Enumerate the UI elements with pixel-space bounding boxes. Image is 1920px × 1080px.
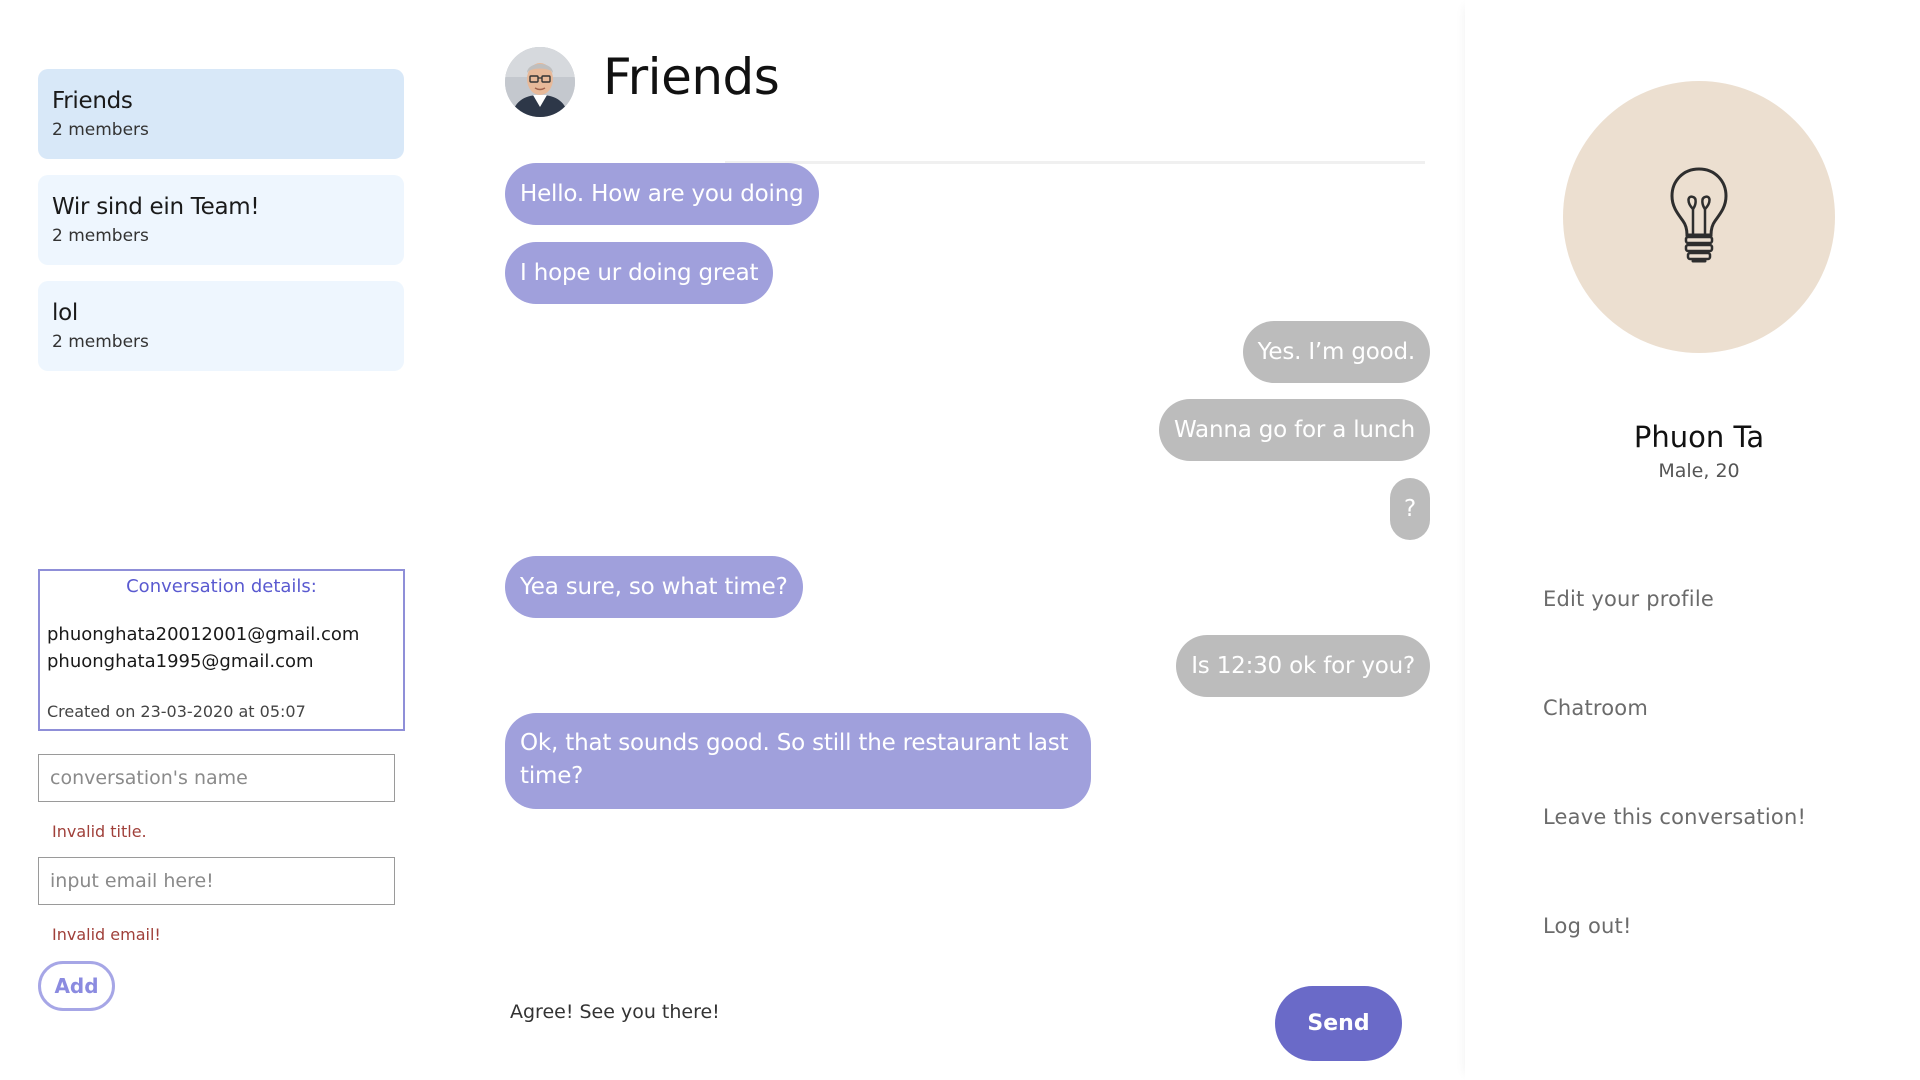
- header-divider: [725, 161, 1425, 164]
- message-text: Wanna go for a lunch: [1173, 416, 1415, 443]
- conversation-item-friends[interactable]: Friends 2 members: [38, 69, 404, 159]
- message-outgoing: Is 12:30 ok for you?: [1176, 635, 1430, 697]
- details-email-list: phuonghata20012001@gmail.com phuonghata1…: [47, 621, 396, 675]
- user-photo-icon: [505, 47, 575, 117]
- profile-info: Male, 20: [1658, 460, 1740, 482]
- message-incoming: Ok, that sounds good. So still the resta…: [505, 713, 1091, 809]
- conversation-item-team[interactable]: Wir sind ein Team! 2 members: [38, 175, 404, 265]
- message-text: Yes. I’m good.: [1257, 338, 1416, 365]
- message-text: I hope ur doing great: [520, 259, 759, 286]
- message-text: Ok, that sounds good. So still the resta…: [520, 730, 1069, 789]
- conversation-members: 2 members: [52, 120, 149, 140]
- conversation-sidebar: Friends 2 members Wir sind ein Team! 2 m…: [38, 0, 408, 1080]
- message-outgoing: Yes. I’m good.: [1242, 321, 1430, 383]
- menu-edit-profile[interactable]: Edit your profile: [1543, 587, 1714, 611]
- message-outgoing: Wanna go for a lunch: [1158, 399, 1430, 461]
- menu-leave-conversation[interactable]: Leave this conversation!: [1543, 805, 1806, 829]
- message-incoming: Yea sure, so what time?: [505, 556, 803, 618]
- profile-name: Phuon Ta: [1633, 420, 1765, 454]
- message-input[interactable]: [510, 992, 1210, 1032]
- created-date: Created on 23-03-2020 at 05:07: [47, 702, 306, 721]
- message-text: Hello. How are you doing: [520, 180, 804, 207]
- message-text: ?: [1403, 495, 1416, 522]
- profile-avatar: [1563, 81, 1835, 353]
- message-text: Yea sure, so what time?: [520, 573, 788, 600]
- conversation-details-panel: Conversation details: phuonghata20012001…: [38, 569, 405, 731]
- details-title: Conversation details:: [126, 576, 317, 597]
- lightbulb-icon: [1670, 167, 1728, 263]
- conversation-title: Friends: [52, 88, 133, 114]
- conversation-item-lol[interactable]: lol 2 members: [38, 281, 404, 371]
- chat-title: Friends: [603, 48, 780, 106]
- avatar: [505, 47, 575, 117]
- menu-chatroom[interactable]: Chatroom: [1543, 696, 1648, 720]
- conversation-title: Wir sind ein Team!: [52, 194, 260, 220]
- message-text: Is 12:30 ok for you?: [1191, 652, 1415, 679]
- member-email: phuonghata1995@gmail.com: [47, 651, 314, 672]
- send-button[interactable]: Send: [1275, 986, 1402, 1061]
- message-incoming: Hello. How are you doing: [505, 163, 819, 225]
- conversation-name-input[interactable]: [38, 754, 395, 802]
- conversation-members: 2 members: [52, 226, 149, 246]
- member-email: phuonghata20012001@gmail.com: [47, 624, 360, 645]
- message-incoming: I hope ur doing great: [505, 242, 774, 304]
- chat-panel: Friends Hello. How are you doing I hope …: [500, 0, 1440, 1080]
- menu-log-out[interactable]: Log out!: [1543, 914, 1632, 938]
- title-error-message: Invalid title.: [52, 822, 147, 841]
- message-outgoing: ?: [1389, 478, 1430, 540]
- conversation-members: 2 members: [52, 332, 149, 352]
- email-error-message: Invalid email!: [52, 925, 161, 944]
- conversation-title: lol: [52, 300, 78, 326]
- add-member-button[interactable]: Add: [38, 961, 115, 1011]
- profile-panel: Phuon Ta Male, 20 Edit your profile Chat…: [1465, 0, 1920, 1080]
- email-input[interactable]: [38, 857, 395, 905]
